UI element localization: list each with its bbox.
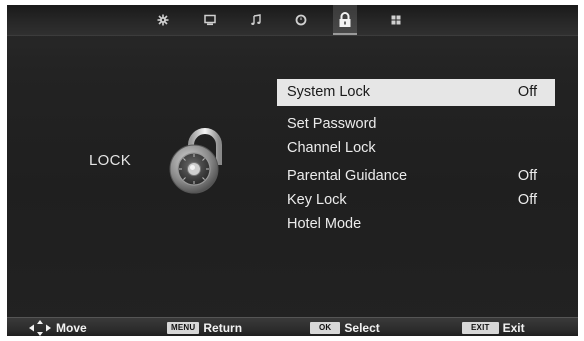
help-bar: Move MENU Return OK Select EXIT Exit	[7, 317, 578, 336]
clock-icon[interactable]	[290, 9, 312, 31]
menu-item-label: Set Password	[287, 116, 377, 132]
section-title: LOCK	[89, 152, 132, 169]
return-label: Return	[203, 320, 243, 335]
menu-key: MENU	[167, 321, 200, 334]
menu-item-set-password[interactable]: Set Password	[277, 112, 555, 136]
combination-lock-icon	[163, 125, 229, 197]
lock-menu-list: System Lock Off Set Password Channel Loc…	[277, 79, 555, 236]
picture-settings-icon[interactable]	[152, 9, 174, 31]
menu-item-label: Channel Lock	[287, 140, 376, 156]
tv-osd-screen: LOCK System Lock Off Set Password Channe…	[7, 5, 578, 336]
screen-icon[interactable]	[199, 9, 221, 31]
return-hint: MENU Return	[167, 318, 242, 336]
menu-item-value: Off	[517, 192, 537, 208]
move-label: Move	[56, 320, 87, 335]
menu-item-key-lock[interactable]: Key Lock Off	[277, 188, 555, 212]
top-menu-bar	[7, 5, 578, 36]
select-label: Select	[344, 320, 380, 335]
select-hint: OK Select	[310, 318, 380, 336]
menu-item-label: Parental Guidance	[287, 168, 408, 184]
menu-item-hotel-mode[interactable]: Hotel Mode	[277, 212, 555, 236]
exit-label: Exit	[502, 320, 525, 335]
lock-icon[interactable]	[333, 5, 357, 35]
menu-item-value: Off	[517, 168, 537, 184]
grid-icon[interactable]	[385, 9, 407, 31]
ok-key: OK	[310, 321, 341, 334]
menu-item-label: Key Lock	[287, 192, 347, 208]
menu-item-parental-guidance[interactable]: Parental Guidance Off	[277, 164, 555, 188]
menu-item-label: Hotel Mode	[287, 216, 362, 232]
music-note-icon[interactable]	[245, 9, 267, 31]
exit-key: EXIT	[462, 321, 499, 334]
menu-item-label: System Lock	[287, 84, 370, 100]
exit-hint: EXIT Exit	[462, 318, 525, 336]
menu-item-system-lock[interactable]: System Lock Off	[277, 79, 555, 106]
menu-item-value: Off	[517, 84, 537, 100]
four-way-arrows-icon	[29, 319, 51, 336]
menu-item-channel-lock[interactable]: Channel Lock	[277, 136, 555, 160]
move-hint: Move	[29, 318, 87, 336]
